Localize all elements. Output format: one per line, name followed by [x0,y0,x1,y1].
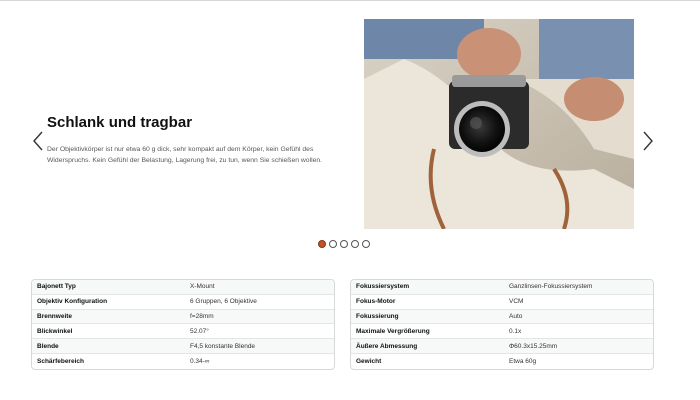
spec-value: 0.1x [509,327,522,335]
spec-value: 6 Gruppen, 6 Objektive [190,298,257,306]
spec-value: f=28mm [190,313,214,321]
spec-table-right: Fokussiersystem Ganzlinsen-Fokussiersyste… [350,279,654,370]
spec-label: Fokussiersystem [356,283,410,291]
spec-label: Bajonett Typ [37,283,76,291]
spec-value: 0.34-∞ [190,358,210,366]
spec-value: 52.07° [190,327,209,335]
spec-label: Äußere Abmessung [356,342,418,350]
product-photo [364,19,634,229]
carousel-dot-5[interactable] [362,240,370,248]
spec-label: Gewicht [356,358,382,366]
table-row: Maximale Vergrößerung 0.1x [351,324,653,340]
table-row: Fokus-Motor VCM [351,295,653,310]
spec-table-left: Bajonett Typ X-Mount Objektiv Konfiguratio… [31,279,335,370]
spec-value: Ganzlinsen-Fokussiersystem [509,283,593,291]
spec-value: Etwa 60g [509,358,537,366]
table-row: Blickwinkel 52.07° [32,324,334,340]
spec-value: F4,5 konstante Blende [190,342,256,350]
table-row: Fokussiersystem Ganzlinsen-Fokussiersyste… [351,280,653,295]
spec-value: VCM [509,298,524,306]
carousel-dot-2[interactable] [329,240,337,248]
spec-value: X-Mount [190,283,215,291]
carousel-dot-1[interactable] [318,240,326,248]
slide-description: Der Objektivkörper ist nur etwa 60 g dic… [47,146,323,164]
spec-label: Blende [37,342,59,350]
chevron-left-icon [33,131,43,151]
spec-label: Schärfebereich [37,358,84,366]
spec-label: Maximale Vergrößerung [356,327,430,335]
product-carousel: Schlank und tragbar Der Objektivkörper i… [0,0,700,260]
spec-label: Blickwinkel [37,327,73,335]
carousel-dots [318,240,370,248]
spec-value: Auto [509,313,523,321]
camera-lens-photo [364,19,634,229]
carousel-prev-button[interactable] [27,128,49,154]
chevron-right-icon [643,131,653,151]
table-row: Schärfebereich 0.34-∞ [32,354,334,369]
table-row: Objektiv Konfiguration 6 Gruppen, 6 Objek… [32,295,334,310]
table-row: Blende F4,5 konstante Blende [32,339,334,355]
table-row: Bajonett Typ X-Mount [32,280,334,295]
carousel-dot-3[interactable] [340,240,348,248]
table-row: Brennweite f=28mm [32,309,334,325]
spec-label: Fokus-Motor [356,298,396,306]
spec-value: Φ60.3x15.25mm [509,342,558,350]
slide-title: Schlank und tragbar [47,114,193,131]
table-row: Gewicht Etwa 60g [351,354,653,369]
spec-label: Objektiv Konfiguration [37,298,108,306]
carousel-dot-4[interactable] [351,240,359,248]
table-row: Fokussierung Auto [351,309,653,325]
table-row: Äußere Abmessung Φ60.3x15.25mm [351,339,653,355]
spec-label: Fokussierung [356,313,399,321]
carousel-next-button[interactable] [637,128,659,154]
spec-label: Brennweite [37,313,73,321]
